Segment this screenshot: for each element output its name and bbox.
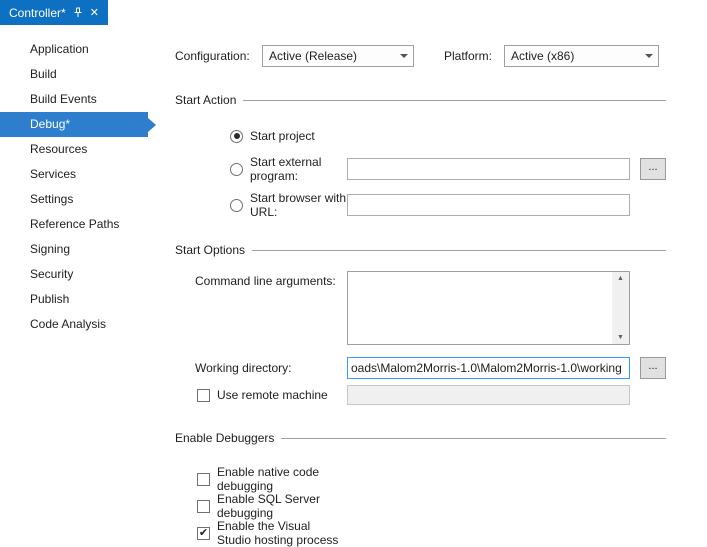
tab-title: Controller*: [9, 6, 66, 20]
native-debugging-label: Enable native code debugging: [217, 465, 347, 493]
sidebar-item-services[interactable]: Services: [0, 162, 148, 187]
sidebar-item-debug[interactable]: Debug*: [0, 112, 148, 137]
working-directory-row: Working directory: ...: [175, 357, 707, 379]
platform-value: Active (x86): [511, 49, 574, 63]
configuration-label: Configuration:: [175, 49, 262, 63]
start-project-row: Start project: [175, 125, 707, 147]
vertical-scrollbar[interactable]: ▲ ▼: [612, 272, 629, 344]
section-title: Enable Debuggers: [175, 431, 274, 445]
sql-debugging-label: Enable SQL Server debugging: [217, 492, 347, 520]
browser-url-input[interactable]: [347, 194, 630, 216]
external-program-browse-button[interactable]: ...: [640, 158, 666, 180]
command-line-label: Command line arguments:: [195, 274, 336, 288]
start-project-label: Start project: [250, 129, 315, 143]
remote-machine-input[interactable]: [347, 385, 630, 405]
section-enable-debuggers: Enable Debuggers: [175, 431, 666, 445]
platform-dropdown[interactable]: Active (x86): [504, 45, 659, 67]
start-external-label: Start external program:: [250, 155, 347, 183]
native-debugging-row: Enable native code debugging: [175, 465, 707, 487]
sidebar-item-resources[interactable]: Resources: [0, 137, 148, 162]
chevron-down-icon: [645, 54, 653, 58]
chevron-down-icon: [400, 54, 408, 58]
configuration-value: Active (Release): [269, 49, 357, 63]
section-rule: [252, 250, 666, 251]
sidebar-item-security[interactable]: Security: [0, 262, 148, 287]
use-remote-machine-label: Use remote machine: [217, 388, 328, 402]
section-rule: [281, 438, 666, 439]
sidebar-item-code-analysis[interactable]: Code Analysis: [0, 312, 148, 337]
start-project-radio[interactable]: [230, 130, 243, 143]
external-program-input[interactable]: [347, 158, 630, 180]
tab-controller[interactable]: Controller* ✕: [0, 0, 108, 25]
document-tabstrip: Controller* ✕: [0, 0, 707, 25]
sidebar-item-settings[interactable]: Settings: [0, 187, 148, 212]
sidebar-item-reference-paths[interactable]: Reference Paths: [0, 212, 148, 237]
sidebar-item-build-events[interactable]: Build Events: [0, 87, 148, 112]
working-directory-label: Working directory:: [195, 361, 291, 375]
section-start-options: Start Options: [175, 243, 666, 257]
scroll-down-icon[interactable]: ▼: [617, 331, 624, 344]
start-external-radio[interactable]: [230, 163, 243, 176]
working-directory-input[interactable]: [347, 357, 630, 379]
section-start-action: Start Action: [175, 93, 666, 107]
start-browser-label: Start browser with URL:: [250, 191, 347, 219]
section-title: Start Options: [175, 243, 245, 257]
command-line-arguments-input[interactable]: [348, 272, 612, 344]
start-browser-row: Start browser with URL:: [175, 191, 707, 219]
properties-nav: Application Build Build Events Debug* Re…: [0, 25, 160, 544]
section-title: Start Action: [175, 93, 236, 107]
sql-debugging-checkbox[interactable]: [197, 500, 210, 513]
hosting-process-row: ✔ Enable the Visual Studio hosting proce…: [175, 519, 707, 541]
platform-label: Platform:: [444, 49, 504, 63]
command-line-arguments-box: ▲ ▼: [347, 271, 630, 345]
configuration-dropdown[interactable]: Active (Release): [262, 45, 414, 67]
sidebar-item-publish[interactable]: Publish: [0, 287, 148, 312]
debug-settings-pane: Configuration: Active (Release) Platform…: [160, 25, 707, 544]
sidebar-item-build[interactable]: Build: [0, 62, 148, 87]
start-external-row: Start external program: ...: [175, 155, 707, 183]
command-line-row: Command line arguments: ▲ ▼: [175, 271, 707, 345]
sidebar-item-application[interactable]: Application: [0, 37, 148, 62]
use-remote-machine-checkbox[interactable]: [197, 389, 210, 402]
section-rule: [243, 100, 666, 101]
pin-icon[interactable]: [73, 7, 83, 18]
scroll-up-icon[interactable]: ▲: [617, 272, 624, 285]
sidebar-item-signing[interactable]: Signing: [0, 237, 148, 262]
start-browser-radio[interactable]: [230, 199, 243, 212]
hosting-process-checkbox[interactable]: ✔: [197, 527, 210, 540]
configuration-row: Configuration: Active (Release) Platform…: [175, 45, 707, 67]
use-remote-machine-row: Use remote machine: [175, 385, 707, 405]
working-directory-browse-button[interactable]: ...: [640, 357, 666, 379]
native-debugging-checkbox[interactable]: [197, 473, 210, 486]
hosting-process-label: Enable the Visual Studio hosting process: [217, 519, 347, 547]
project-properties-window: Controller* ✕ Application Build Build Ev…: [0, 0, 707, 544]
sql-debugging-row: Enable SQL Server debugging: [175, 492, 707, 514]
close-icon[interactable]: ✕: [90, 7, 99, 19]
